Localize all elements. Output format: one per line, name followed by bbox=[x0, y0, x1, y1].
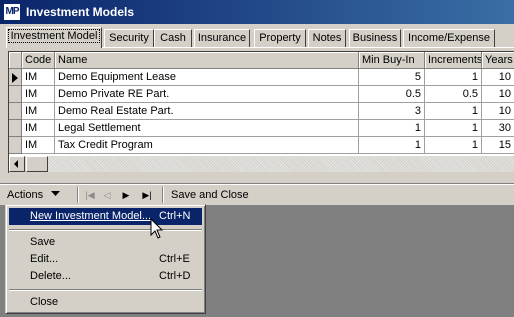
menu-item-label: Save bbox=[30, 236, 56, 248]
tab-insurance[interactable]: Insurance bbox=[194, 29, 250, 47]
table-cell-name[interactable]: Demo Real Estate Part. bbox=[55, 103, 359, 120]
last-record-icon[interactable]: ▶| bbox=[139, 188, 155, 202]
row-selector[interactable] bbox=[9, 86, 22, 103]
table-cell-code[interactable]: IM bbox=[22, 86, 55, 103]
column-header-code[interactable]: Code bbox=[22, 52, 55, 69]
table-cell-increments[interactable]: 1 bbox=[425, 69, 482, 86]
table-cell-min-buy-in[interactable]: 1 bbox=[359, 120, 425, 137]
next-record-icon[interactable]: ▶ bbox=[118, 188, 134, 202]
table-cell-min-buy-in[interactable]: 1 bbox=[359, 137, 425, 154]
window-title: Investment Models bbox=[26, 5, 135, 19]
save-and-close-button[interactable]: Save and Close bbox=[171, 188, 249, 202]
table-cell-min-buy-in[interactable]: 5 bbox=[359, 69, 425, 86]
actions-dropdown-menu: New Investment Model... Ctrl+N Save Edit… bbox=[5, 204, 206, 314]
table-cell-years[interactable]: 10 bbox=[482, 86, 514, 103]
first-record-icon[interactable]: |◀ bbox=[82, 188, 98, 202]
toolbar-separator bbox=[77, 187, 79, 203]
row-selector[interactable] bbox=[9, 120, 22, 137]
row-selector[interactable] bbox=[9, 103, 22, 120]
menu-item-close[interactable]: Close bbox=[9, 294, 202, 311]
table-cell-years[interactable]: 15 bbox=[482, 137, 514, 154]
table-cell-increments[interactable]: 0.5 bbox=[425, 86, 482, 103]
previous-record-icon[interactable]: ◁ bbox=[99, 188, 115, 202]
table-cell-years[interactable]: 10 bbox=[482, 69, 514, 86]
menu-item-label: Delete... bbox=[30, 270, 71, 282]
column-header-name[interactable]: Name bbox=[55, 52, 359, 69]
menu-item-new-investment-model[interactable]: New Investment Model... Ctrl+N bbox=[9, 208, 202, 225]
menu-item-edit[interactable]: Edit... Ctrl+E bbox=[9, 251, 202, 268]
actions-label: Actions bbox=[7, 189, 44, 201]
tab-business[interactable]: Business bbox=[349, 29, 401, 47]
bottom-toolbar: Actions |◀ ◁ ▶ ▶| Save and Close bbox=[0, 183, 514, 206]
table-cell-years[interactable]: 10 bbox=[482, 103, 514, 120]
tab-investment-model[interactable]: Investment Model bbox=[6, 27, 102, 48]
table-cell-name[interactable]: Legal Settlement bbox=[55, 120, 359, 137]
column-header-min-buy-in[interactable]: Min Buy-In bbox=[359, 52, 425, 69]
table-cell-name[interactable]: Tax Credit Program bbox=[55, 137, 359, 154]
table-cell-min-buy-in[interactable]: 0.5 bbox=[359, 86, 425, 103]
table-cell-code[interactable]: IM bbox=[22, 120, 55, 137]
tab-notes[interactable]: Notes bbox=[308, 29, 346, 47]
investment-models-grid[interactable]: Code Name Min Buy-In Increments Years IM… bbox=[8, 51, 514, 157]
current-row-pointer-icon bbox=[12, 73, 18, 83]
column-header-years[interactable]: Years bbox=[482, 52, 514, 69]
table-cell-years[interactable]: 30 bbox=[482, 120, 514, 137]
row-selector[interactable] bbox=[9, 137, 22, 154]
tab-property[interactable]: Property bbox=[254, 29, 306, 47]
table-cell-name[interactable]: Demo Equipment Lease bbox=[55, 69, 359, 86]
menu-item-save[interactable]: Save bbox=[9, 234, 202, 251]
table-cell-code[interactable]: IM bbox=[22, 137, 55, 154]
grid-corner bbox=[9, 52, 22, 69]
table-cell-name[interactable]: Demo Private RE Part. bbox=[55, 86, 359, 103]
menu-item-label: Edit... bbox=[30, 253, 59, 265]
menu-shortcut: Ctrl+E bbox=[159, 253, 190, 265]
dropdown-arrow-icon bbox=[51, 191, 61, 196]
scroll-track[interactable] bbox=[48, 156, 514, 172]
table-cell-increments[interactable]: 1 bbox=[425, 103, 482, 120]
mouse-pointer-icon bbox=[150, 218, 164, 239]
row-selector[interactable] bbox=[9, 69, 22, 86]
toolbar-separator bbox=[162, 187, 164, 203]
title-bar: MP Investment Models bbox=[0, 0, 514, 24]
table-cell-increments[interactable]: 1 bbox=[425, 120, 482, 137]
menu-shortcut: Ctrl+D bbox=[159, 270, 191, 282]
horizontal-scrollbar[interactable] bbox=[8, 156, 514, 173]
menu-item-label: Close bbox=[30, 296, 59, 308]
app-logo-icon: MP bbox=[4, 4, 20, 20]
menu-item-label: New Investment Model... bbox=[30, 210, 152, 222]
menu-item-delete[interactable]: Delete... Ctrl+D bbox=[9, 268, 202, 285]
tab-income-expense[interactable]: Income/Expense bbox=[403, 29, 495, 47]
actions-menu-button[interactable]: Actions bbox=[7, 188, 61, 202]
menu-separator bbox=[9, 289, 202, 291]
menu-separator bbox=[9, 229, 202, 231]
table-cell-min-buy-in[interactable]: 3 bbox=[359, 103, 425, 120]
tab-cash[interactable]: Cash bbox=[154, 29, 192, 47]
table-cell-code[interactable]: IM bbox=[22, 69, 55, 86]
table-cell-code[interactable]: IM bbox=[22, 103, 55, 120]
tab-security[interactable]: Security bbox=[104, 29, 154, 47]
scroll-thumb[interactable] bbox=[26, 156, 48, 172]
table-cell-increments[interactable]: 1 bbox=[425, 137, 482, 154]
column-header-increments[interactable]: Increments bbox=[425, 52, 482, 69]
arrow-left-icon bbox=[14, 160, 18, 168]
scroll-left-button[interactable] bbox=[9, 156, 25, 172]
